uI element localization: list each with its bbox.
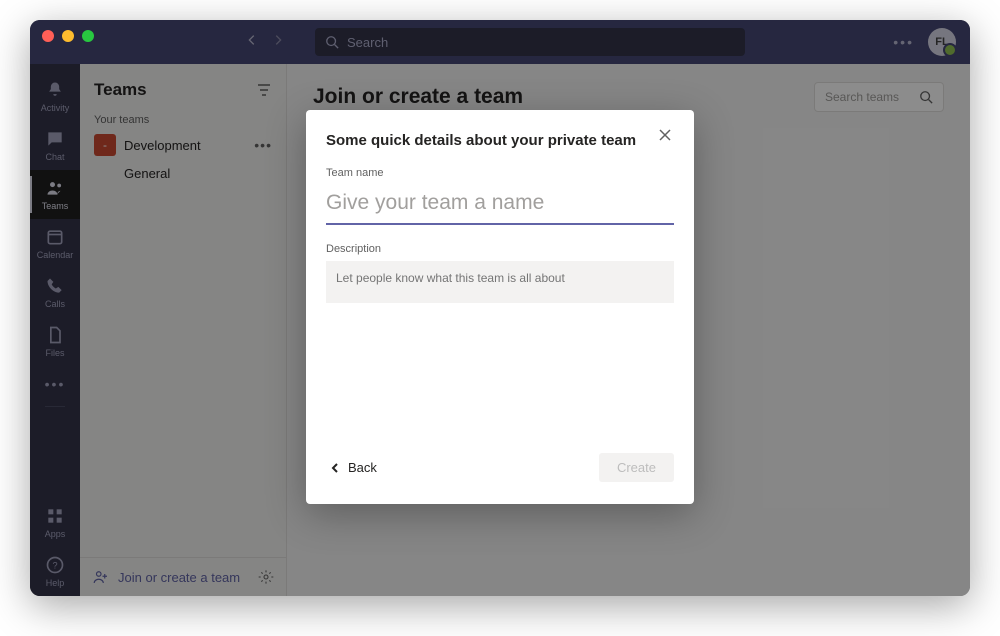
window-controls (42, 30, 94, 42)
description-label: Description (326, 243, 674, 255)
minimize-window-button[interactable] (62, 30, 74, 42)
maximize-window-button[interactable] (82, 30, 94, 42)
team-name-input[interactable] (326, 185, 674, 225)
chevron-left-icon (330, 463, 340, 473)
close-icon (658, 128, 672, 142)
back-label: Back (348, 460, 377, 475)
create-button[interactable]: Create (599, 453, 674, 482)
create-team-modal: Some quick details about your private te… (306, 110, 694, 504)
modal-title: Some quick details about your private te… (326, 132, 674, 149)
app-window: Search ••• FL Activity Chat Teams Cale (30, 20, 970, 596)
description-input[interactable] (326, 261, 674, 303)
team-name-label: Team name (326, 167, 674, 179)
modal-close-button[interactable] (658, 128, 676, 146)
close-window-button[interactable] (42, 30, 54, 42)
back-button[interactable]: Back (326, 454, 381, 481)
